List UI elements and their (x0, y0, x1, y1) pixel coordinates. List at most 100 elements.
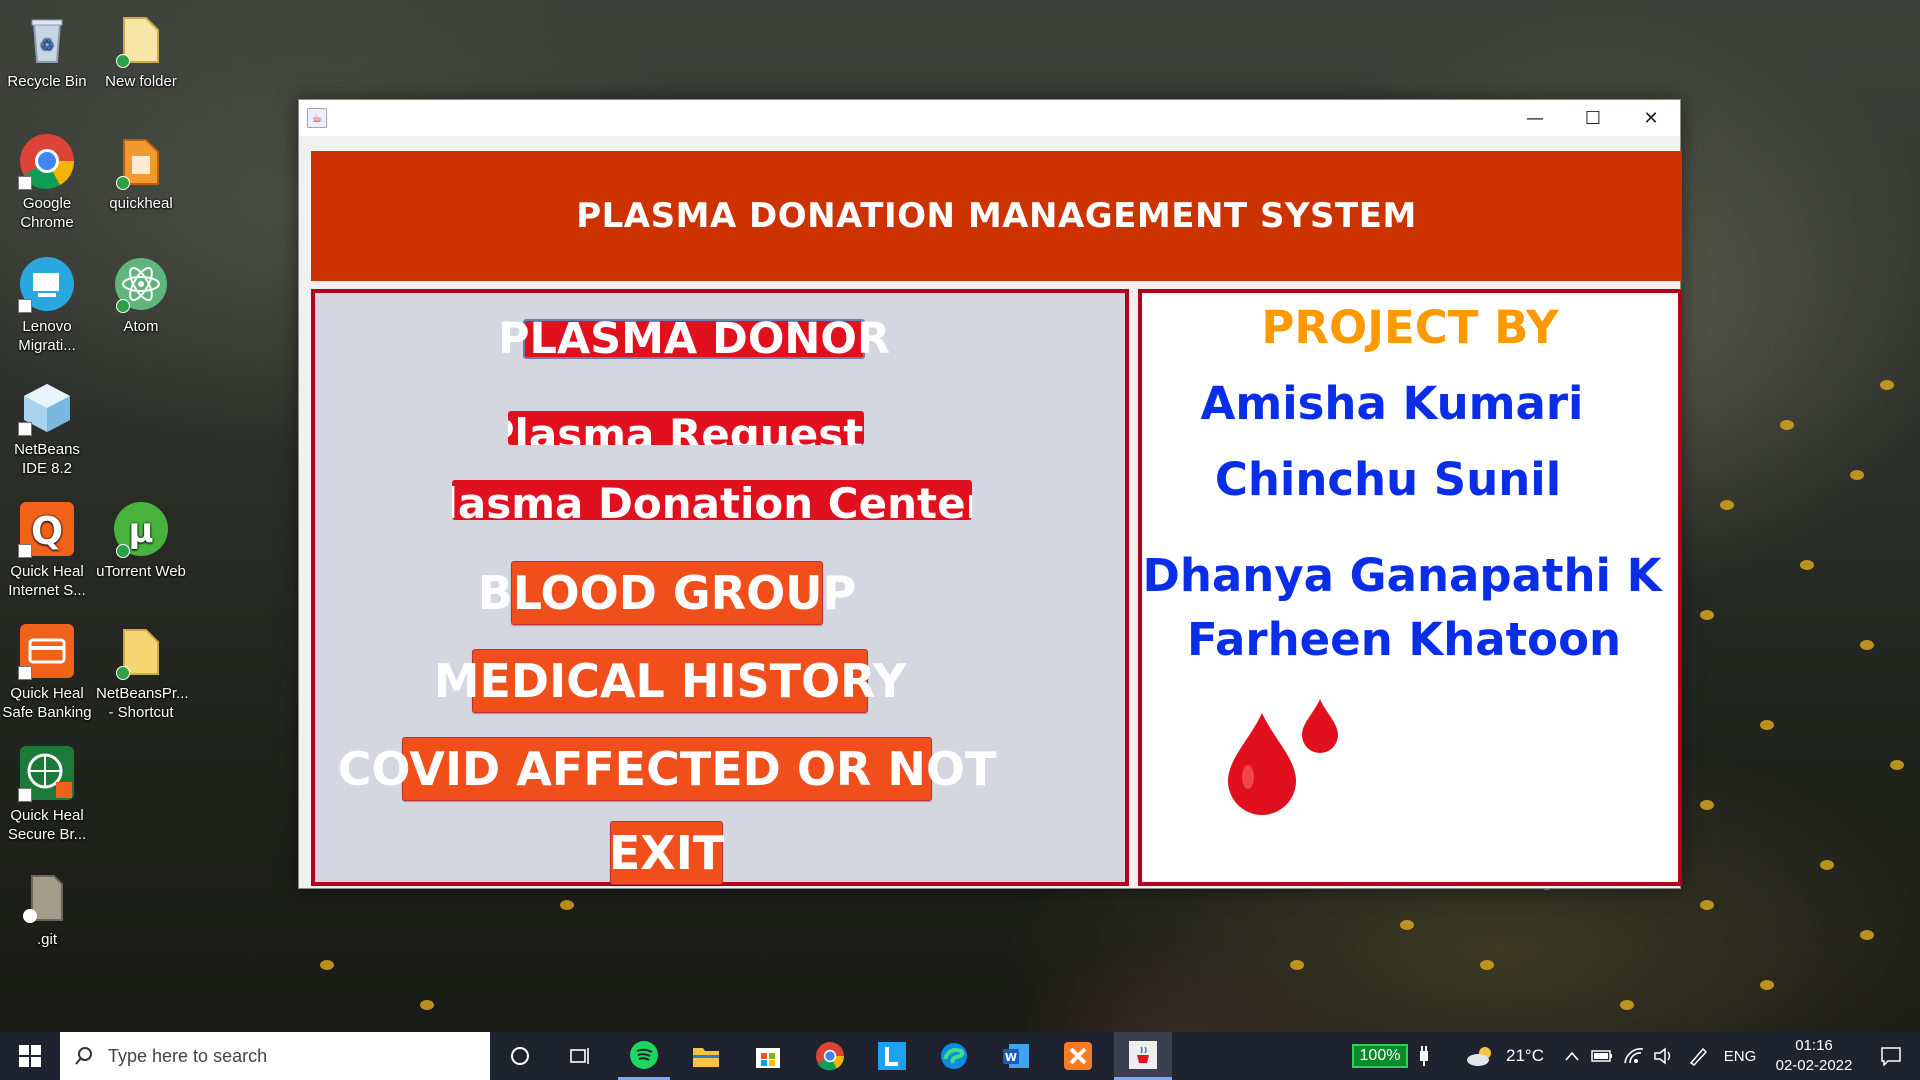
header-banner: PLASMA DONATION MANAGEMENT SYSTEM (311, 151, 1682, 281)
minimize-button[interactable]: — (1506, 100, 1564, 136)
maximize-icon: ☐ (1584, 107, 1602, 129)
blood-group-button[interactable]: BLOOD GROUP (478, 561, 856, 625)
taskbar-java-app[interactable] (1114, 1032, 1172, 1080)
desktop-icon-atom[interactable]: Atom (96, 255, 186, 336)
minimize-icon: — (1526, 107, 1544, 129)
app-window: ☕ — ☐ ✕ PLASMA DONATION MANAGEMENT SYSTE… (298, 99, 1682, 889)
clock-time: 01:16 (1795, 1037, 1833, 1054)
plasma-donor-button[interactable]: PLASMA DONOR (498, 314, 890, 364)
taskbar-chrome[interactable] (804, 1032, 856, 1080)
java-app-icon: ☕ (307, 108, 327, 128)
credits-panel: PROJECT BY Amisha Kumari Chinchu Sunil D… (1138, 289, 1682, 886)
desktop-icon-new-folder[interactable]: New folder (96, 10, 186, 91)
edge-icon (941, 1043, 967, 1069)
svg-text:Q: Q (31, 509, 63, 553)
taskbar-word[interactable]: W (990, 1032, 1042, 1080)
desktop-icon-quickheal-internet[interactable]: Q Quick Heal Internet S... (2, 500, 92, 600)
weather-cloud-sun-icon[interactable] (1462, 1032, 1498, 1080)
input-language[interactable]: ENG (1718, 1032, 1762, 1080)
shortcut-arrow-icon (18, 544, 32, 558)
taskbar-edge[interactable] (928, 1032, 980, 1080)
weather-temperature[interactable]: 21°C (1500, 1032, 1550, 1080)
menu-panel: PLASMA DONOR Plasma Requests Plasma Dona… (311, 289, 1129, 886)
search-placeholder: Type here to search (108, 1045, 268, 1066)
credit-name: Farheen Khatoon (1186, 613, 1622, 666)
svg-text:µ: µ (128, 511, 153, 551)
maximize-button[interactable]: ☐ (1564, 100, 1622, 136)
pen-ink-icon[interactable] (1682, 1032, 1714, 1080)
covid-affected-button[interactable]: COVID AFFECTED OR NOT (338, 737, 996, 801)
desktop-icon-quickheal-secure-browser[interactable]: Quick Heal Secure Br... (2, 744, 92, 844)
desktop-icon-netbeans[interactable]: NetBeans IDE 8.2 (2, 378, 92, 478)
word-icon: W (1003, 1044, 1029, 1068)
start-button[interactable] (0, 1032, 60, 1080)
atom-icon (112, 255, 170, 313)
taskbar: Type here to search W 100% 21°C ENG 01:1… (0, 1032, 1920, 1080)
wifi-icon[interactable] (1620, 1032, 1648, 1080)
exit-button[interactable]: EXIT (609, 821, 724, 885)
quickheal-q-icon: Q (18, 500, 76, 558)
sync-check-icon (116, 299, 130, 313)
clock[interactable]: 01:16 02-02-2022 (1764, 1032, 1864, 1080)
desktop-icon-quickheal-safe-banking[interactable]: Quick Heal Safe Banking (2, 622, 92, 722)
netbeans-cube-icon (18, 378, 76, 436)
taskbar-xampp[interactable] (1052, 1032, 1104, 1080)
git-folder-icon (18, 868, 76, 926)
sync-check-icon (116, 54, 130, 68)
volume-icon[interactable] (1650, 1032, 1678, 1080)
plasma-donation-centers-button[interactable]: Plasma Donation Centers (452, 480, 972, 520)
app-title: PLASMA DONATION MANAGEMENT SYSTEM (576, 196, 1417, 236)
desktop-icon-recycle-bin[interactable]: ♻ Recycle Bin (2, 10, 92, 91)
shortcut-arrow-icon (18, 422, 32, 436)
taskbar-file-explorer[interactable] (680, 1032, 732, 1080)
quickheal-folder-icon (112, 132, 170, 190)
battery-indicator[interactable]: 100% (1346, 1032, 1414, 1080)
sync-check-icon (116, 176, 130, 190)
taskbar-lenovo-l[interactable] (866, 1032, 918, 1080)
show-hidden-icons-chevron-up-icon[interactable] (1560, 1032, 1584, 1080)
desktop-icon-git[interactable]: .git (2, 868, 92, 949)
store-icon (756, 1048, 780, 1068)
charging-plug-icon (1414, 1032, 1434, 1080)
battery-percent: 100% (1351, 1044, 1409, 1068)
shortcut-arrow-icon (18, 788, 32, 802)
notification-center-button[interactable] (1866, 1032, 1916, 1080)
desktop-icon-lenovo-migration[interactable]: Lenovo Migrati... (2, 255, 92, 355)
credit-name: Chinchu Sunil (1214, 453, 1562, 506)
credit-name: Dhanya Ganapathi K (1142, 549, 1662, 602)
clock-date: 02-02-2022 (1775, 1057, 1853, 1074)
utorrent-icon: µ (112, 500, 170, 558)
desktop-icon-utorrent[interactable]: µ uTorrent Web (96, 500, 186, 581)
shortcut-arrow-icon (18, 299, 32, 313)
windows-logo-icon (19, 1045, 41, 1067)
cortana-button[interactable] (495, 1032, 545, 1080)
desktop-icon-quickheal[interactable]: quickheal (96, 132, 186, 213)
taskbar-spotify[interactable] (618, 1032, 670, 1080)
battery-tray-icon[interactable] (1588, 1032, 1616, 1080)
close-button[interactable]: ✕ (1622, 100, 1680, 136)
svg-text:W: W (1005, 1051, 1017, 1064)
sync-check-icon (116, 666, 130, 680)
search-icon (75, 1047, 92, 1065)
lenovo-l-icon (878, 1042, 906, 1070)
desktop-icon-google-chrome[interactable]: Google Chrome (2, 132, 92, 232)
chrome-icon (816, 1042, 844, 1071)
title-bar[interactable]: ☕ — ☐ ✕ (299, 100, 1680, 136)
taskbar-search-box[interactable]: Type here to search (60, 1032, 490, 1080)
folder-icon (112, 10, 170, 68)
window-content: PLASMA DONATION MANAGEMENT SYSTEM PLASMA… (299, 136, 1682, 888)
shortcut-arrow-icon (18, 666, 32, 680)
taskbar-microsoft-store[interactable] (742, 1032, 794, 1080)
recycle-bin-icon: ♻ (18, 10, 76, 68)
shortcut-arrow-icon (18, 176, 32, 190)
java-cup-icon (1129, 1040, 1157, 1069)
task-view-button[interactable] (555, 1032, 605, 1080)
desktop-icon-netbeans-shortcut[interactable]: NetBeansPr... - Shortcut (96, 622, 189, 722)
secure-browser-globe-icon (18, 744, 76, 802)
chrome-icon (18, 132, 76, 190)
sync-check-icon (116, 544, 130, 558)
lenovo-migration-icon (18, 255, 76, 313)
safe-banking-icon (18, 622, 76, 680)
plasma-requests-button[interactable]: Plasma Requests (508, 411, 864, 445)
medical-history-button[interactable]: MEDICAL HISTORY (434, 649, 906, 713)
